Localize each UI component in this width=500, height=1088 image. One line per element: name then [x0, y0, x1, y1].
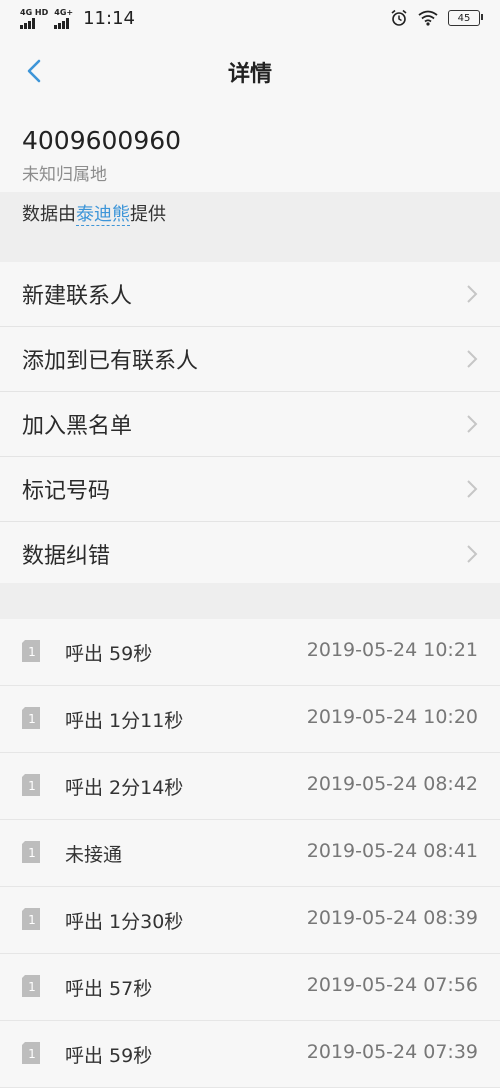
section-divider — [0, 583, 500, 619]
chevron-right-icon — [467, 350, 478, 368]
phone-number: 4009600960 — [22, 126, 182, 155]
data-source-text: 数据由泰迪熊提供 — [22, 200, 166, 226]
svg-text:1: 1 — [28, 712, 36, 726]
call-description: 呼出 2分14秒 — [65, 777, 184, 799]
add-to-existing-contact-item[interactable]: 添加到已有联系人 — [0, 327, 500, 392]
action-label: 新建联系人 — [22, 284, 133, 309]
sim-card-icon: 1 — [22, 975, 40, 997]
svg-text:1: 1 — [28, 645, 36, 659]
call-log-row[interactable]: 1 呼出 1分11秒 2019-05-24 10:20 — [0, 686, 500, 753]
sim-card-icon: 1 — [22, 1042, 40, 1064]
data-source-band: 数据由泰迪熊提供 — [0, 192, 500, 262]
clock: 11:14 — [83, 8, 135, 29]
call-timestamp: 2019-05-24 07:56 — [306, 974, 478, 996]
data-provider-link[interactable]: 泰迪熊 — [76, 204, 130, 226]
add-to-blacklist-item[interactable]: 加入黑名单 — [0, 392, 500, 457]
status-left: 4G HD 4G+ 11:14 — [20, 8, 135, 29]
new-contact-item[interactable]: 新建联系人 — [0, 262, 500, 327]
wifi-icon — [418, 10, 438, 26]
call-log-row[interactable]: 1 呼出 2分14秒 2019-05-24 08:42 — [0, 753, 500, 820]
call-log-row[interactable]: 1 未接通 2019-05-24 08:41 — [0, 820, 500, 887]
action-label: 数据纠错 — [22, 544, 111, 569]
contact-header: 4009600960 未知归属地 — [0, 112, 500, 192]
status-bar: 4G HD 4G+ 11:14 45 — [0, 0, 500, 40]
signal-1-icon: 4G HD — [20, 7, 49, 29]
sim-card-icon: 1 — [22, 640, 40, 662]
sim-card-icon: 1 — [22, 908, 40, 930]
call-timestamp: 2019-05-24 07:39 — [306, 1041, 478, 1063]
data-source-prefix: 数据由 — [22, 204, 76, 225]
svg-text:1: 1 — [28, 980, 36, 994]
sim-card-icon: 1 — [22, 774, 40, 796]
svg-text:1: 1 — [28, 1047, 36, 1061]
chevron-right-icon — [467, 545, 478, 563]
nav-bar: 详情 — [0, 40, 500, 112]
battery-icon: 45 — [448, 10, 483, 26]
chevron-right-icon — [467, 285, 478, 303]
svg-text:1: 1 — [28, 913, 36, 927]
call-description: 呼出 59秒 — [65, 643, 153, 665]
svg-text:1: 1 — [28, 846, 36, 860]
action-label: 加入黑名单 — [22, 414, 133, 439]
call-timestamp: 2019-05-24 08:39 — [306, 907, 478, 929]
call-timestamp: 2019-05-24 08:42 — [306, 773, 478, 795]
action-label: 添加到已有联系人 — [22, 349, 199, 374]
action-label: 标记号码 — [22, 479, 111, 504]
status-right: 45 — [390, 9, 483, 27]
call-description: 呼出 1分11秒 — [65, 710, 184, 732]
alarm-icon — [391, 9, 407, 26]
signal-2-tag: 4G+ — [54, 7, 74, 17]
call-timestamp: 2019-05-24 10:21 — [306, 639, 478, 661]
call-log-row[interactable]: 1 呼出 57秒 2019-05-24 07:56 — [0, 954, 500, 1021]
data-source-suffix: 提供 — [130, 204, 166, 225]
call-log-row[interactable]: 1 呼出 59秒 2019-05-24 10:21 — [0, 619, 500, 686]
battery-level: 45 — [457, 12, 471, 24]
call-description: 未接通 — [65, 844, 123, 866]
chevron-right-icon — [467, 415, 478, 433]
svg-text:1: 1 — [28, 779, 36, 793]
data-correction-item[interactable]: 数据纠错 — [0, 522, 500, 586]
sim-card-icon: 1 — [22, 707, 40, 729]
sim-card-icon: 1 — [22, 841, 40, 863]
call-description: 呼出 59秒 — [65, 1045, 153, 1067]
action-list: 新建联系人 添加到已有联系人 加入黑名单 标记号码 数据纠错 — [0, 262, 500, 586]
call-log-row[interactable]: 1 呼出 59秒 2019-05-24 07:39 — [0, 1021, 500, 1088]
call-log-list: 1 呼出 59秒 2019-05-24 10:21 1 呼出 1分11秒 201… — [0, 619, 500, 1088]
call-log-row[interactable]: 1 呼出 1分30秒 2019-05-24 08:39 — [0, 887, 500, 954]
signal-2-icon: 4G+ — [54, 7, 74, 29]
number-location: 未知归属地 — [22, 165, 107, 185]
call-timestamp: 2019-05-24 10:20 — [306, 706, 478, 728]
call-timestamp: 2019-05-24 08:41 — [306, 840, 478, 862]
signal-1-tag: 4G HD — [20, 7, 49, 17]
chevron-right-icon — [467, 480, 478, 498]
page-title: 详情 — [227, 62, 272, 87]
call-description: 呼出 57秒 — [65, 978, 153, 1000]
mark-number-item[interactable]: 标记号码 — [0, 457, 500, 522]
call-description: 呼出 1分30秒 — [65, 911, 184, 933]
